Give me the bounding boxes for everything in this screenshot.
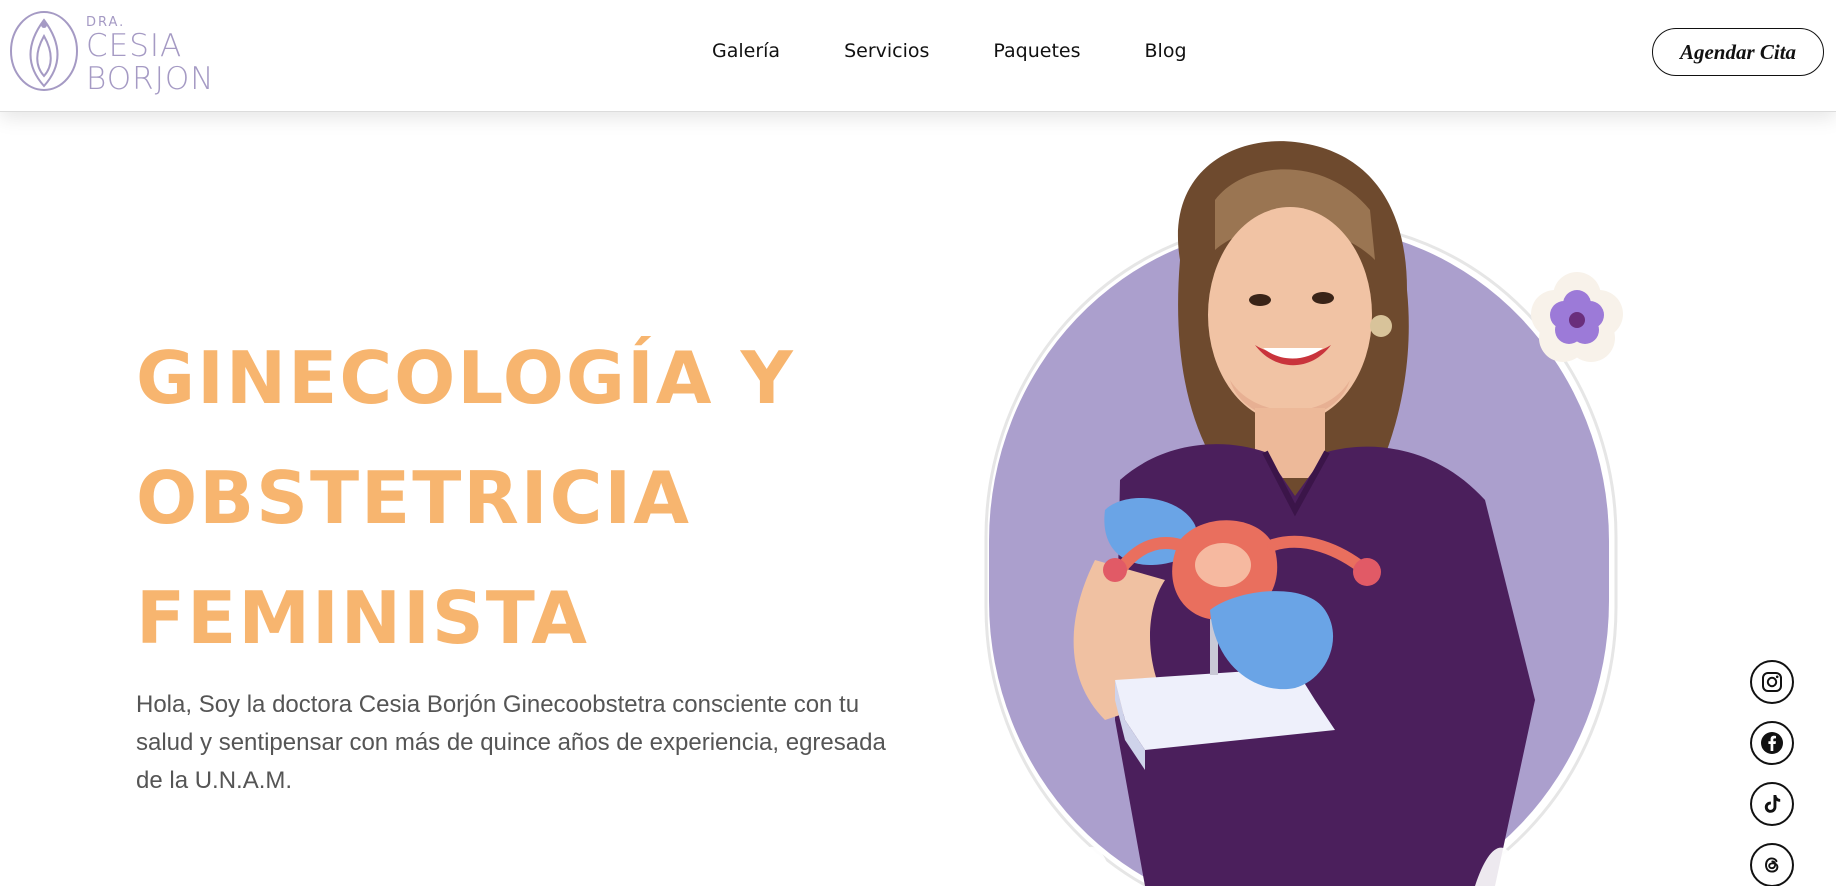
hero-description: Hola, Soy la doctora Cesia Borjón Gineco… [136, 691, 886, 794]
brand-wordmark: DRA. CESIA BORJON [86, 16, 214, 96]
facebook-icon [1761, 732, 1783, 754]
nav-link-blog[interactable]: Blog [1145, 40, 1187, 62]
main-nav: Galería Servicios Paquetes Blog [712, 40, 1187, 62]
brand-name-line2: BORJON [86, 61, 215, 97]
doctor-portrait-image [984, 141, 1623, 886]
instagram-icon [1762, 672, 1782, 692]
agendar-cita-button[interactable]: Agendar Cita [1652, 28, 1824, 76]
threads-icon [1765, 857, 1779, 873]
nav-link-galeria[interactable]: Galería [712, 40, 780, 62]
nav-link-paquetes[interactable]: Paquetes [993, 40, 1080, 62]
tiktok-icon [1764, 795, 1781, 813]
site-header: DRA. CESIA BORJON Galería Servicios Paqu… [0, 0, 1836, 112]
logo-mark-icon [10, 11, 78, 91]
facebook-link[interactable] [1750, 721, 1794, 765]
hero-title: GINECOLOGÍA Y OBSTETRICIA FEMINISTA [136, 318, 856, 678]
social-links [1750, 660, 1796, 886]
instagram-link[interactable] [1750, 660, 1794, 704]
brand-name-line1: CESIA [86, 28, 183, 64]
nav-link-servicios[interactable]: Servicios [844, 40, 929, 62]
flower-decoration [1531, 272, 1623, 362]
tiktok-link[interactable] [1750, 782, 1794, 826]
threads-link[interactable] [1750, 843, 1794, 886]
brand-logo[interactable]: DRA. CESIA BORJON [8, 10, 228, 96]
hero-title-line-3: FEMINISTA [136, 576, 589, 660]
hero-title-line-2: OBSTETRICIA [136, 456, 691, 540]
hero-title-line-1: GINECOLOGÍA Y [136, 336, 795, 420]
